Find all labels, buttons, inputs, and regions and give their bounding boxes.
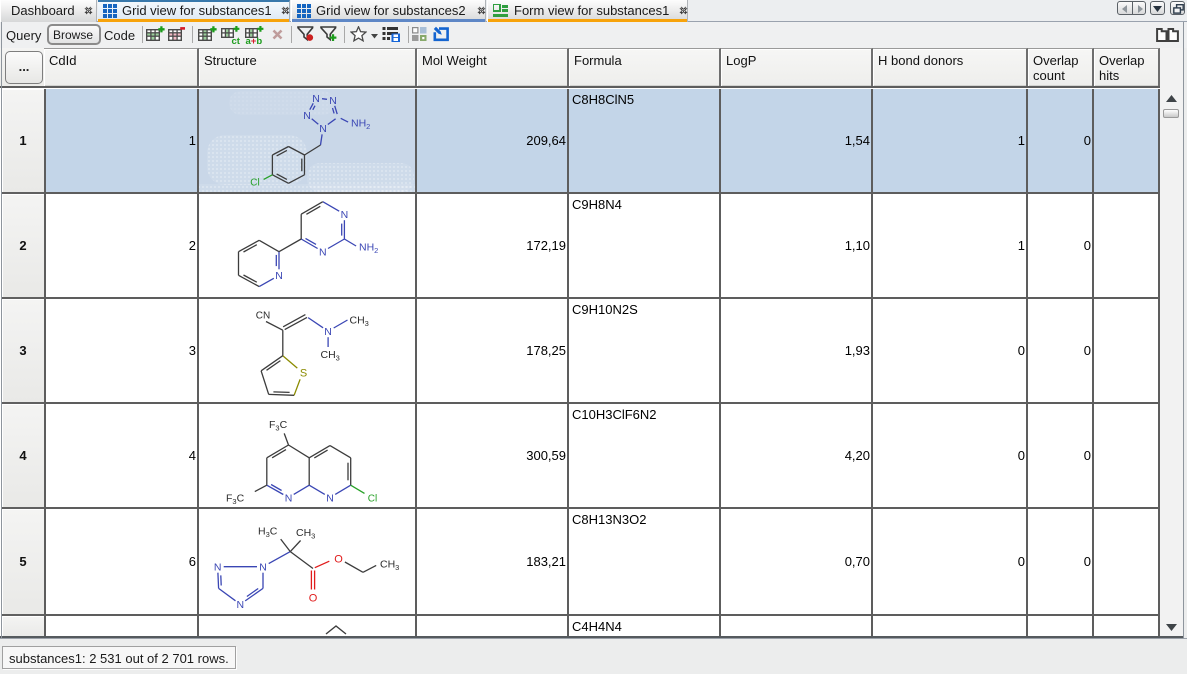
svg-text:CN: CN xyxy=(256,311,270,322)
svg-text:NH2: NH2 xyxy=(359,242,378,256)
svg-text:N: N xyxy=(237,599,245,611)
svg-text:N: N xyxy=(285,492,293,504)
svg-text:CH3: CH3 xyxy=(296,527,315,541)
svg-text:CH3: CH3 xyxy=(380,559,399,573)
svg-text:F3C: F3C xyxy=(269,419,288,433)
svg-text:O: O xyxy=(334,554,343,566)
svg-text:N: N xyxy=(214,562,222,574)
svg-text:NH2: NH2 xyxy=(351,118,370,132)
svg-text:CH3: CH3 xyxy=(350,315,369,329)
svg-text:N: N xyxy=(259,562,267,574)
svg-text:N: N xyxy=(275,270,283,282)
svg-text:N: N xyxy=(319,123,327,135)
svg-text:H3C: H3C xyxy=(258,526,278,540)
svg-text:N: N xyxy=(324,326,332,338)
svg-text:N: N xyxy=(326,492,334,504)
svg-text:N: N xyxy=(319,246,327,258)
svg-text:ct: ct xyxy=(232,36,241,45)
svg-text:CH3: CH3 xyxy=(321,349,340,363)
svg-text:S: S xyxy=(300,368,307,380)
svg-text:Cl: Cl xyxy=(250,178,259,189)
svg-text:Cl: Cl xyxy=(368,494,377,505)
svg-text:F3C: F3C xyxy=(226,493,245,507)
svg-text:N: N xyxy=(312,93,320,105)
svg-text:N: N xyxy=(341,209,349,221)
svg-text:a+b: a+b xyxy=(246,36,263,45)
svg-text:N: N xyxy=(329,95,337,107)
svg-text:N: N xyxy=(303,110,311,122)
svg-text:O: O xyxy=(309,593,318,605)
